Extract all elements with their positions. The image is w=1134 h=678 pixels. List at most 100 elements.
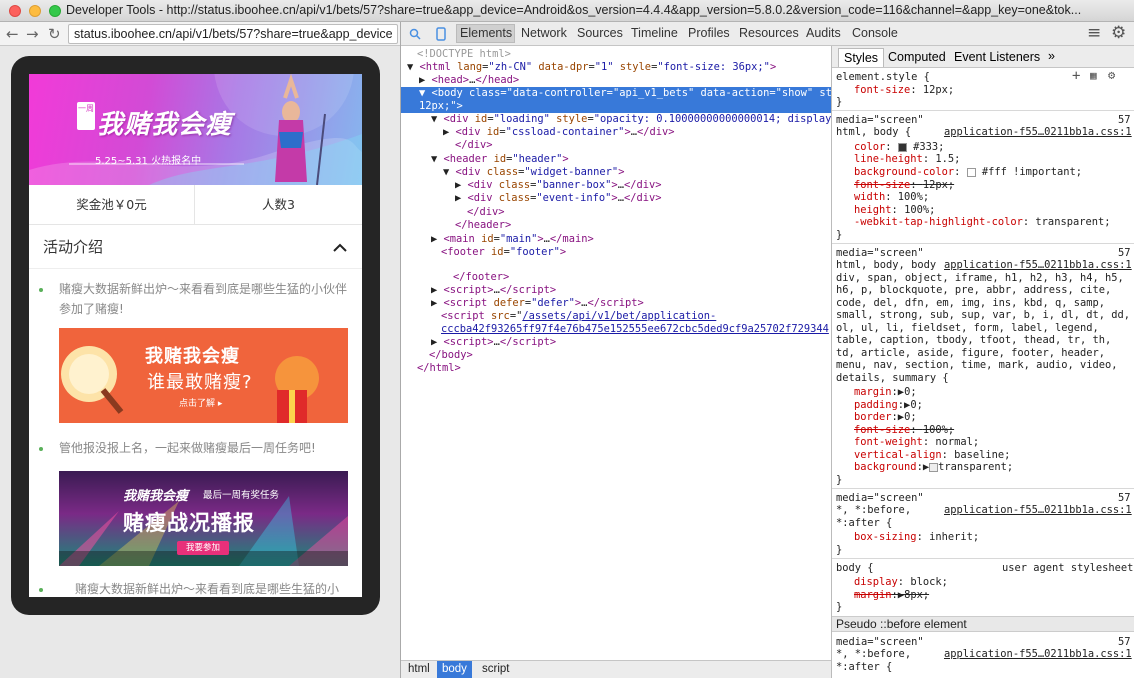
promo1-cta[interactable]: 点击了解 ▸ bbox=[179, 396, 222, 409]
cssload-node[interactable]: ▶ <div id="cssload-container">…</div> bbox=[443, 126, 675, 139]
event-banner[interactable]: 一周 我赌我会瘦 5.25~5.31 火热报名中 bbox=[29, 74, 362, 185]
style-prop-overridden[interactable]: font-size: 12px; bbox=[854, 179, 954, 191]
rule1-source-link[interactable]: application-f55…0211bb1a.css:1 bbox=[944, 126, 1132, 138]
widget-banner-node[interactable]: ▼ <div class="widget-banner"> bbox=[443, 166, 624, 179]
chevron-up-icon[interactable] bbox=[333, 243, 347, 253]
ua-label: user agent stylesheet bbox=[1002, 562, 1134, 574]
rule3-source-link[interactable]: application-f55…0211bb1a.css:1 bbox=[944, 504, 1132, 516]
element-style-selector: element.style { bbox=[836, 71, 930, 83]
element-style-prop[interactable]: font-size: 12px; bbox=[854, 84, 954, 96]
inspect-search-icon[interactable] bbox=[409, 28, 421, 40]
tab-sources[interactable]: Sources bbox=[577, 26, 623, 40]
address-bar[interactable]: status.iboohee.cn/api/v1/bets/57?share=t… bbox=[68, 24, 398, 44]
toggle-state-icon[interactable]: ▦ bbox=[1090, 69, 1097, 82]
style-prop[interactable]: -webkit-tap-highlight-color: transparent… bbox=[854, 216, 1111, 228]
more-tabs-icon[interactable]: » bbox=[1048, 49, 1055, 63]
style-prop-overridden[interactable]: margin:▶8px; bbox=[854, 589, 929, 601]
intro-title: 活动介绍 bbox=[43, 238, 104, 256]
style-prop[interactable]: height: 100%; bbox=[854, 204, 935, 216]
rule2-selector: details, summary { bbox=[836, 372, 949, 384]
style-prop-overridden[interactable]: font-size: 100%; bbox=[854, 424, 954, 436]
script-src-node[interactable]: <script src="/assets/api/v1/bet/applicat… bbox=[441, 310, 716, 323]
color-format-icon[interactable]: ⚙ bbox=[1108, 68, 1115, 82]
device-frame: 一周 我赌我会瘦 5.25~5.31 火热报名中 奖金池￥0元 人数3 活动介绍… bbox=[11, 56, 380, 615]
tab-resources[interactable]: Resources bbox=[739, 26, 799, 40]
participant-count-stat: 人数3 bbox=[262, 197, 295, 212]
style-prop[interactable]: display: block; bbox=[854, 576, 948, 588]
rule4-source-link[interactable]: application-f55…0211bb1a.css:1 bbox=[944, 648, 1132, 660]
rule3-line: 57 bbox=[1118, 492, 1131, 504]
head-node[interactable]: ▶ <head>…</head> bbox=[419, 74, 519, 87]
rule2-selector: code, del, dfn, em, img, ins, kbd, q, sa… bbox=[836, 297, 1105, 309]
loading-div-node[interactable]: ▼ <div id="loading" style="opacity: 0.10… bbox=[431, 113, 831, 126]
tab-timeline[interactable]: Timeline bbox=[631, 26, 678, 40]
intro-section-header[interactable]: 活动介绍 bbox=[29, 225, 362, 269]
script-node[interactable]: ▶ <script>…</script> bbox=[431, 336, 556, 349]
doctype-node[interactable]: <!DOCTYPE html> bbox=[417, 48, 511, 61]
reload-icon[interactable]: ↻ bbox=[48, 25, 61, 43]
script-defer-node[interactable]: ▶ <script defer="defer">…</script> bbox=[431, 297, 644, 310]
style-prop[interactable]: color: #333; bbox=[854, 141, 944, 153]
banner-box-node[interactable]: ▶ <div class="banner-box">…</div> bbox=[455, 179, 662, 192]
list-item-text[interactable]: 管他报没报上名，一起来做赌瘦最后一周任务吧! bbox=[59, 438, 349, 458]
tab-console[interactable]: Console bbox=[852, 26, 898, 40]
styles-tab-bar: Styles Computed Event Listeners » bbox=[832, 46, 1134, 68]
browser-window: Developer Tools - http://status.iboohee.… bbox=[0, 0, 1134, 678]
ua-selector: body { bbox=[836, 562, 874, 574]
footer-close-node: </footer> bbox=[453, 271, 510, 283]
tab-audits[interactable]: Audits bbox=[806, 26, 841, 40]
promo-card-weekly-report[interactable]: 我赌我会瘦 最后一周有奖任务 赌瘦战况播报 我要参加 bbox=[59, 471, 348, 566]
close-window-button[interactable] bbox=[9, 5, 21, 17]
style-prop[interactable]: padding:▶0; bbox=[854, 399, 923, 411]
console-drawer-icon[interactable]: ≡ bbox=[1087, 23, 1101, 43]
style-prop[interactable]: margin:▶0; bbox=[854, 386, 917, 398]
minimize-window-button[interactable] bbox=[29, 5, 41, 17]
style-prop[interactable]: width: 100%; bbox=[854, 191, 929, 203]
promo2-cta-button[interactable]: 我要参加 bbox=[177, 541, 229, 555]
add-rule-icon[interactable]: + bbox=[1072, 68, 1080, 84]
promo-card-who-dares[interactable]: 我赌我会瘦 谁最敢赌瘦? 点击了解 ▸ bbox=[59, 328, 348, 423]
promo2-headline: 赌瘦战况播报 bbox=[123, 511, 255, 535]
tab-profiles[interactable]: Profiles bbox=[688, 26, 730, 40]
breadcrumb-script[interactable]: script bbox=[477, 661, 514, 678]
style-prop[interactable]: border:▶0; bbox=[854, 411, 917, 423]
style-prop[interactable]: background-color: #fff !important; bbox=[854, 166, 1082, 178]
list-bullet-icon bbox=[39, 288, 43, 292]
html-node[interactable]: ▼ <html lang="zh-CN" data-dpr="1" style=… bbox=[407, 61, 776, 74]
list-item-text[interactable]: 赌瘦大数据新鲜出炉～来看看到底是哪些生猛的小伙伴参加了赌瘦! bbox=[59, 279, 349, 319]
promo2-tag: 最后一周有奖任务 bbox=[203, 490, 280, 501]
rule3-selector: *:after { bbox=[836, 517, 893, 529]
tab-network[interactable]: Network bbox=[521, 26, 567, 40]
breadcrumb: html body script bbox=[401, 660, 831, 678]
script-src-hash[interactable]: cccba42f93265ff97f4e76b475e152555ee672cb… bbox=[441, 323, 829, 336]
event-info-node[interactable]: ▶ <div class="event-info">…</div> bbox=[455, 192, 662, 205]
elements-tree[interactable]: <!DOCTYPE html> ▼ <html lang="zh-CN" dat… bbox=[401, 46, 831, 662]
settings-gear-icon[interactable]: ⚙ bbox=[1111, 23, 1126, 43]
header-node[interactable]: ▼ <header id="header"> bbox=[431, 153, 569, 166]
breadcrumb-body[interactable]: body bbox=[437, 661, 472, 678]
main-node[interactable]: ▶ <main id="main">…</main> bbox=[431, 233, 594, 246]
list-item-text[interactable]: 赌瘦大数据新鲜出炉～来看看到底是哪些生猛的小 bbox=[75, 579, 362, 597]
promo1-title: 我赌我会瘦 bbox=[145, 346, 240, 367]
tab-computed[interactable]: Computed bbox=[888, 50, 946, 64]
style-prop[interactable]: box-sizing: inherit; bbox=[854, 531, 979, 543]
footer-node[interactable]: <footer id="footer"> bbox=[441, 246, 566, 259]
banner-tag: 一周 bbox=[77, 102, 95, 130]
device-screen[interactable]: 一周 我赌我会瘦 5.25~5.31 火热报名中 奖金池￥0元 人数3 活动介绍… bbox=[29, 74, 362, 597]
tab-event-listeners[interactable]: Event Listeners bbox=[954, 50, 1040, 64]
forward-arrow-icon[interactable]: → bbox=[26, 25, 39, 43]
style-prop[interactable]: background:▶ transparent; bbox=[854, 461, 1013, 473]
tab-elements[interactable]: Elements bbox=[460, 26, 512, 40]
zoom-window-button[interactable] bbox=[49, 5, 61, 17]
rule2-source-link[interactable]: application-f55…0211bb1a.css:1 bbox=[944, 259, 1132, 271]
device-mode-icon[interactable] bbox=[436, 27, 446, 41]
back-arrow-icon[interactable]: ← bbox=[6, 25, 19, 43]
rule-close: } bbox=[836, 229, 843, 241]
style-prop[interactable]: font-weight: normal; bbox=[854, 436, 979, 448]
style-prop[interactable]: line-height: 1.5; bbox=[854, 153, 960, 165]
color-swatch-icon bbox=[929, 462, 939, 472]
breadcrumb-html[interactable]: html bbox=[403, 661, 435, 678]
script-node[interactable]: ▶ <script>…</script> bbox=[431, 284, 556, 297]
style-prop[interactable]: vertical-align: baseline; bbox=[854, 449, 1010, 461]
tab-styles[interactable]: Styles bbox=[838, 48, 885, 67]
